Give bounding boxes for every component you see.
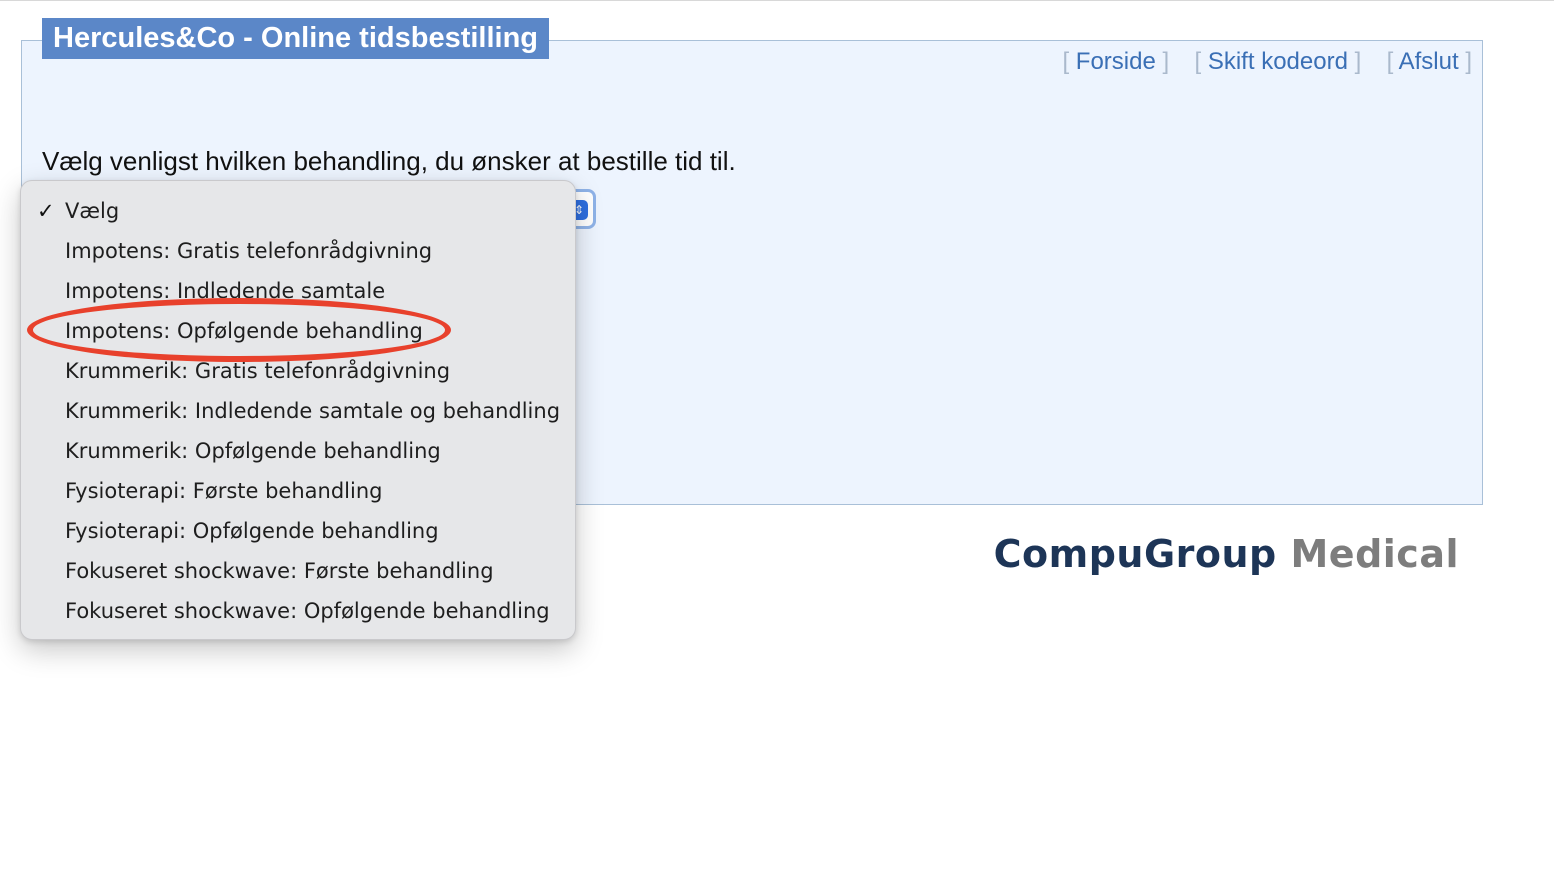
- dropdown-option[interactable]: Fysioterapi: Første behandling: [21, 471, 575, 511]
- treatment-dropdown-menu[interactable]: ✓ Vælg Impotens: Gratis telefonrådgivnin…: [20, 180, 576, 640]
- option-label: Fysioterapi: Første behandling: [65, 479, 383, 503]
- dropdown-option[interactable]: ✓ Vælg: [21, 191, 575, 231]
- instruction-text: Vælg venligst hvilken behandling, du øns…: [42, 146, 736, 176]
- option-label: Fokuseret shockwave: Første behandling: [65, 559, 494, 583]
- top-divider: [0, 0, 1554, 1]
- logo-secondary-text: Medical: [1290, 532, 1459, 576]
- option-label: Vælg: [65, 199, 120, 223]
- option-label: Krummerik: Indledende samtale og behandl…: [65, 399, 561, 423]
- nav-link-afslut[interactable]: Afslut: [1399, 48, 1459, 75]
- option-label: Impotens: Indledende samtale: [65, 279, 386, 303]
- option-label: Fysioterapi: Opfølgende behandling: [65, 519, 439, 543]
- option-label: Impotens: Gratis telefonrådgivning: [65, 239, 433, 263]
- dropdown-option[interactable]: Fokuseret shockwave: Opfølgende behandli…: [21, 591, 575, 631]
- dropdown-option[interactable]: Impotens: Gratis telefonrådgivning: [21, 231, 575, 271]
- dropdown-option-impotens-opfolgende[interactable]: Impotens: Opfølgende behandling: [21, 311, 575, 351]
- bracket-open: [: [1386, 48, 1399, 75]
- bracket-close: ]: [1347, 48, 1362, 75]
- nav-link-skift-kodeord[interactable]: Skift kodeord: [1208, 48, 1348, 75]
- dropdown-option[interactable]: Krummerik: Opfølgende behandling: [21, 431, 575, 471]
- option-label: Fokuseret shockwave: Opfølgende behandli…: [65, 599, 550, 623]
- bracket-open: [: [1194, 48, 1208, 75]
- bracket-close: ]: [1155, 48, 1170, 75]
- option-label: Impotens: Opfølgende behandling: [65, 319, 423, 343]
- page-title: Hercules&Co - Online tidsbestilling: [42, 18, 550, 59]
- dropdown-option[interactable]: Impotens: Indledende samtale: [21, 271, 575, 311]
- dropdown-option[interactable]: Fokuseret shockwave: Første behandling: [21, 551, 575, 591]
- bracket-open: [: [1062, 48, 1076, 75]
- dropdown-option[interactable]: Krummerik: Gratis telefonrådgivning: [21, 351, 575, 391]
- checkmark-icon: ✓: [37, 199, 55, 223]
- nav-link-forside[interactable]: Forside: [1076, 48, 1156, 75]
- option-label: Krummerik: Gratis telefonrådgivning: [65, 359, 451, 383]
- bracket-close: ]: [1458, 48, 1472, 75]
- option-label: Krummerik: Opfølgende behandling: [65, 439, 441, 463]
- dropdown-option[interactable]: Fysioterapi: Opfølgende behandling: [21, 511, 575, 551]
- top-nav: [ Forside ] [ Skift kodeord ] [ Afslut ]: [1062, 48, 1472, 76]
- logo-primary-text: CompuGroup: [993, 532, 1277, 576]
- compugroup-logo: CompuGroup Medical: [994, 532, 1459, 576]
- dropdown-option[interactable]: Krummerik: Indledende samtale og behandl…: [21, 391, 575, 431]
